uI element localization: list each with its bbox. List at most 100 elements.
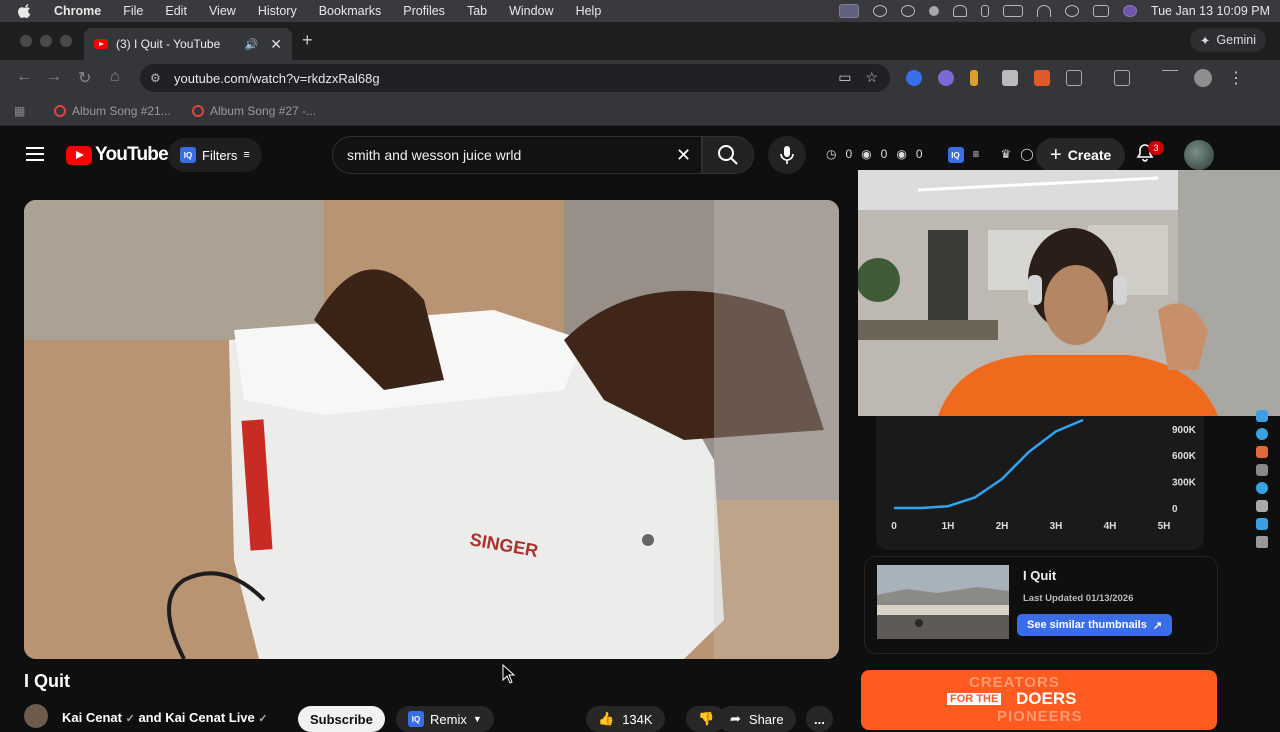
iq-extension-icon[interactable]: IQ: [947, 147, 964, 163]
extension-bottle-icon[interactable]: [970, 70, 978, 86]
remix-button[interactable]: IQ Remix ▼: [396, 706, 494, 732]
back-icon[interactable]: ←: [16, 68, 32, 86]
filters-button[interactable]: IQ Filters ≡: [168, 138, 262, 172]
profile-icon[interactable]: [1194, 69, 1212, 87]
search-button[interactable]: [702, 136, 754, 174]
home-icon[interactable]: ⌂: [110, 68, 120, 86]
window-minimize-button[interactable]: [40, 35, 52, 47]
create-button[interactable]: + Create: [1036, 138, 1126, 172]
bookmark-star-icon[interactable]: ☆: [865, 69, 878, 86]
share-button[interactable]: ➦ Share: [718, 706, 796, 732]
bookmark-item[interactable]: Album Song #27 -...: [192, 104, 316, 118]
extension-purple-icon[interactable]: [938, 70, 954, 86]
video-player[interactable]: SINGER: [24, 200, 839, 659]
address-bar[interactable]: ⚙ youtube.com/watch?v=rkdzxRal68g ▭ ☆: [140, 64, 890, 92]
clear-search-icon[interactable]: ✕: [676, 145, 691, 166]
reload-icon[interactable]: ↻: [78, 68, 91, 88]
reading-list-icon[interactable]: [1162, 70, 1178, 80]
screen-share-icon[interactable]: [838, 4, 859, 18]
avatar[interactable]: [1184, 140, 1214, 170]
strip-icon[interactable]: [1256, 464, 1268, 476]
bluetooth-icon[interactable]: [980, 5, 989, 17]
menu-file[interactable]: File: [123, 4, 143, 18]
subscribe-button[interactable]: Subscribe: [298, 706, 385, 732]
thumbs-up-icon: 👍: [598, 711, 615, 726]
apple-icon[interactable]: [18, 4, 32, 18]
active-tab[interactable]: (3) I Quit - YouTube 🔊 ✕: [84, 28, 292, 60]
trophy-icon[interactable]: ♛: [1001, 147, 1012, 163]
thumbnail-title: I Quit: [1023, 568, 1057, 583]
forward-icon[interactable]: →: [46, 68, 62, 86]
menu-help[interactable]: Help: [576, 4, 602, 18]
speaker-icon[interactable]: 🔊: [245, 38, 259, 51]
strip-icon[interactable]: [1256, 482, 1268, 494]
siri-icon[interactable]: [1122, 5, 1137, 17]
menu-app-name[interactable]: Chrome: [54, 4, 101, 18]
search-query[interactable]: smith and wesson juice wrld: [347, 147, 521, 163]
channel-name-primary[interactable]: Kai Cenat: [62, 710, 122, 725]
youtube-wordmark: YouTube: [95, 144, 169, 165]
extensions-puzzle-icon[interactable]: [1066, 70, 1082, 86]
strip-icon[interactable]: [1256, 428, 1268, 440]
menu-profiles[interactable]: Profiles: [403, 4, 445, 18]
menu-tab[interactable]: Tab: [467, 4, 487, 18]
strip-icon[interactable]: [1256, 500, 1268, 512]
side-panel-icon[interactable]: [1114, 70, 1130, 86]
menu-view[interactable]: View: [209, 4, 236, 18]
warning-icon: [54, 105, 66, 117]
strip-icon[interactable]: [1256, 410, 1268, 422]
menubar-clock[interactable]: Tue Jan 13 10:09 PM: [1151, 4, 1270, 18]
warning-icon: [192, 105, 204, 117]
extension-iq-icon[interactable]: [906, 70, 922, 86]
site-settings-icon[interactable]: ⚙: [150, 71, 164, 85]
like-button[interactable]: 👍 134K: [586, 706, 665, 732]
menu-window[interactable]: Window: [509, 4, 553, 18]
window-close-button[interactable]: [20, 35, 32, 47]
see-similar-thumbnails-button[interactable]: See similar thumbnails ↗: [1017, 614, 1173, 636]
wifi-icon[interactable]: [1036, 5, 1051, 17]
strip-icon[interactable]: [1256, 446, 1268, 458]
promo-banner[interactable]: CREATORS FOR THE DOERS PIONEERS: [861, 670, 1217, 730]
apps-grid-icon[interactable]: ▦: [14, 104, 25, 118]
new-tab-button[interactable]: +: [302, 30, 313, 51]
video-thumbnail[interactable]: [877, 565, 1009, 639]
play-status-icon[interactable]: [900, 5, 915, 17]
extension-shield-icon[interactable]: [1002, 70, 1018, 86]
channel-name-secondary[interactable]: Kai Cenat Live: [165, 710, 255, 725]
window-zoom-button[interactable]: [60, 35, 72, 47]
menu-edit[interactable]: Edit: [165, 4, 187, 18]
search-spotlight-icon[interactable]: [1064, 5, 1079, 17]
extension-stats: ◷ 0 ◉ 0 ◉ 0 IQ ≡ ♛ ◯: [826, 147, 1034, 163]
channel-name[interactable]: Kai Cenat ✓ and Kai Cenat Live ✓: [62, 710, 268, 725]
search-input[interactable]: smith and wesson juice wrld: [332, 136, 702, 174]
menu-history[interactable]: History: [258, 4, 297, 18]
thumbnail-card: I Quit Last Updated 01/13/2026 See simil…: [864, 556, 1218, 654]
tab-close-icon[interactable]: ✕: [270, 36, 282, 53]
menu-hamburger-icon[interactable]: [26, 147, 44, 161]
eye-icon: ◉: [861, 147, 872, 161]
menu-bookmarks[interactable]: Bookmarks: [319, 4, 382, 18]
more-actions-button[interactable]: ...: [806, 706, 833, 732]
chat-icon[interactable]: ◯: [1020, 147, 1033, 163]
channel-avatar[interactable]: [24, 704, 48, 728]
bookmark-item[interactable]: Album Song #21...: [54, 104, 171, 118]
gemini-button[interactable]: ✦ Gemini: [1189, 28, 1266, 52]
control-center-icon[interactable]: [1092, 5, 1109, 17]
mouse-cursor-icon: [502, 664, 516, 684]
chrome-menu-icon[interactable]: ⋮: [1228, 68, 1244, 88]
address-url[interactable]: youtube.com/watch?v=rkdzxRal68g: [174, 71, 380, 86]
youtube-logo[interactable]: YouTube: [66, 144, 169, 166]
strip-icon[interactable]: [1256, 518, 1268, 530]
extension-status-icon[interactable]: [872, 5, 887, 17]
verified-icon: ✓: [125, 713, 135, 725]
headphones-icon[interactable]: [952, 5, 967, 17]
battery-icon[interactable]: [1002, 5, 1023, 17]
moon-icon[interactable]: [928, 6, 939, 16]
voice-search-button[interactable]: [768, 136, 806, 174]
webcam-frame: [858, 170, 1280, 416]
list-icon[interactable]: ≡: [973, 147, 980, 163]
trash-icon[interactable]: [1256, 536, 1268, 548]
extension-fox-icon[interactable]: [1034, 70, 1050, 86]
like-count: 134K: [622, 711, 653, 727]
install-app-icon[interactable]: ▭: [838, 69, 851, 86]
